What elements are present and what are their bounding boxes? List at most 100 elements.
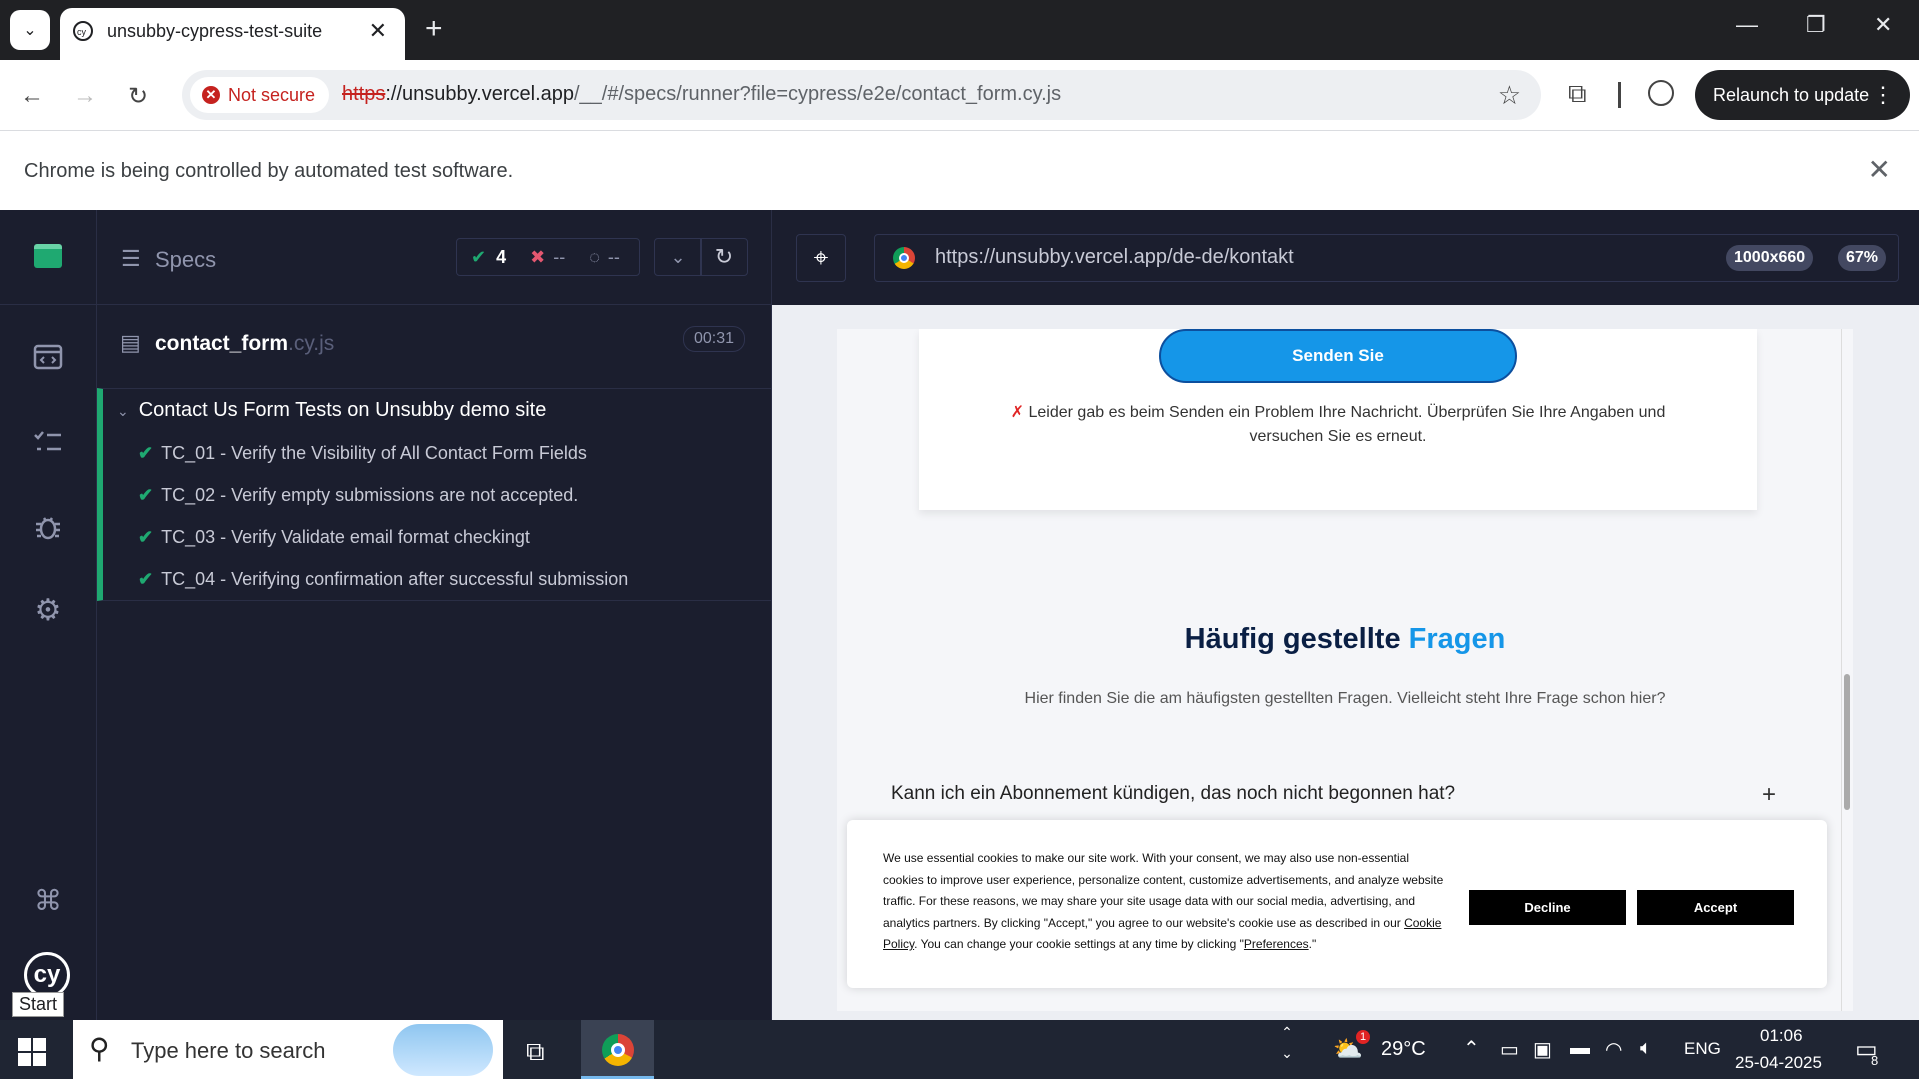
url-protocol: https bbox=[342, 83, 386, 105]
aut-header: ⌖ https://unsubby.vercel.app/de-de/konta… bbox=[772, 210, 1919, 304]
not-secure-badge[interactable]: ✕ Not secure bbox=[190, 77, 330, 113]
display-icon[interactable]: ▣ bbox=[1533, 1037, 1552, 1062]
chevron-up-icon: ⌃ bbox=[1281, 1024, 1293, 1040]
cookie-text-part: We use essential cookies to make our sit… bbox=[883, 851, 1444, 930]
expand-plus-icon[interactable]: + bbox=[1762, 781, 1776, 809]
chevron-down-icon: ⌄ bbox=[1281, 1045, 1293, 1061]
relaunch-label: Relaunch to update bbox=[1713, 84, 1870, 105]
language-indicator[interactable]: ENG bbox=[1684, 1039, 1721, 1059]
runs-icon[interactable] bbox=[28, 337, 68, 377]
reload-icon[interactable]: ↻ bbox=[128, 82, 148, 111]
error-x-icon: ✗ bbox=[1010, 404, 1025, 421]
test-title: TC_03 - Verify Validate email format che… bbox=[161, 527, 530, 547]
browser-titlebar: ⌄ cy unsubby-cypress-test-suite ✕ + — ❐ … bbox=[0, 0, 1919, 60]
passed-check-icon: ✔ bbox=[138, 527, 154, 547]
decline-button[interactable]: Decline bbox=[1469, 890, 1626, 925]
address-bar[interactable]: ✕ Not secure https://unsubby.vercel.app/… bbox=[182, 70, 1541, 120]
restore-icon[interactable]: ❐ bbox=[1806, 12, 1826, 38]
minimize-icon[interactable]: — bbox=[1736, 12, 1758, 38]
aut-url-text: https://unsubby.vercel.app/de-de/kontakt bbox=[935, 246, 1294, 268]
tab-search-button[interactable]: ⌄ bbox=[10, 10, 50, 50]
project-logo-icon[interactable] bbox=[28, 236, 68, 276]
more-icon: ⋮ bbox=[1872, 82, 1894, 107]
chrome-taskbar-button[interactable] bbox=[581, 1020, 654, 1079]
chrome-icon bbox=[602, 1034, 634, 1066]
pending-spinner-icon: ◌ bbox=[589, 246, 600, 267]
test-stats: ✔ 4 ✖ -- ◌ -- bbox=[456, 238, 640, 276]
bookmark-star-icon[interactable]: ☆ bbox=[1498, 80, 1521, 111]
rerun-tests-button[interactable]: ↻ bbox=[700, 238, 748, 276]
passed-check-icon: ✔ bbox=[471, 246, 487, 267]
clock-date[interactable]: 25-04-2025 bbox=[1735, 1053, 1822, 1073]
settings-gear-icon[interactable]: ⚙ bbox=[28, 590, 68, 630]
tab-close-icon[interactable]: ✕ bbox=[369, 18, 387, 44]
windows-taskbar: ⚲ Type here to search ⧉ ⌃ ⌄ ⛅ 1 29°C ⌃ ▭ … bbox=[0, 1020, 1919, 1079]
relaunch-button[interactable]: Relaunch to update ⋮ bbox=[1695, 70, 1910, 120]
not-secure-label: Not secure bbox=[228, 84, 316, 105]
keyboard-shortcuts-icon[interactable]: ⌘ bbox=[28, 880, 68, 920]
temperature[interactable]: 29°C bbox=[1381, 1038, 1426, 1061]
search-icon: ⚲ bbox=[89, 1033, 110, 1064]
crosshair-icon: ⌖ bbox=[813, 242, 829, 272]
cypress-sidebar: ⚙ ⌘ cy Start bbox=[0, 210, 97, 1020]
tab-title: unsubby-cypress-test-suite bbox=[107, 21, 323, 41]
page-scrollbar[interactable] bbox=[1841, 329, 1852, 1011]
faq-title-main: Häufig gestellte bbox=[1184, 623, 1409, 655]
faq-heading: Häufig gestellte Fragen bbox=[837, 623, 1853, 656]
spec-file-base: contact_form bbox=[155, 332, 289, 355]
taskbar-search[interactable]: ⚲ Type here to search bbox=[73, 1020, 503, 1079]
new-tab-button[interactable]: + bbox=[425, 12, 443, 46]
specs-list-toggle-icon[interactable]: ☰ bbox=[121, 246, 141, 272]
test-item[interactable]: ✔ TC_02 - Verify empty submissions are no… bbox=[138, 485, 578, 506]
aut-viewport: Senden Sie ✗ Leider gab es beim Senden e… bbox=[772, 305, 1919, 1020]
clock-time[interactable]: 01:06 bbox=[1760, 1026, 1803, 1046]
test-item[interactable]: ✔ TC_04 - Verifying confirmation after su… bbox=[138, 569, 628, 590]
forward-icon[interactable]: → bbox=[73, 82, 97, 110]
back-icon[interactable]: ← bbox=[20, 82, 44, 110]
scrollbar-thumb[interactable] bbox=[1844, 674, 1850, 810]
specs-list-icon[interactable] bbox=[28, 423, 68, 463]
document-icon: ▤ bbox=[120, 330, 141, 355]
meet-icon[interactable]: ▭ bbox=[1500, 1037, 1519, 1062]
specs-title[interactable]: Specs bbox=[155, 247, 216, 273]
aut-url-bar[interactable]: https://unsubby.vercel.app/de-de/kontakt… bbox=[874, 234, 1899, 282]
automation-infobar: Chrome is being controlled by automated … bbox=[0, 131, 1919, 210]
passed-check-icon: ✔ bbox=[138, 443, 154, 463]
passed-check-icon: ✔ bbox=[138, 569, 154, 589]
failed-count: -- bbox=[553, 246, 566, 267]
test-title: TC_01 - Verify the Visibility of All Con… bbox=[161, 443, 587, 463]
browser-tab[interactable]: cy unsubby-cypress-test-suite ✕ bbox=[60, 8, 405, 60]
test-item[interactable]: ✔ TC_01 - Verify the Visibility of All Co… bbox=[138, 443, 587, 464]
battery-icon[interactable]: ▬ bbox=[1570, 1037, 1590, 1060]
chevron-up-icon[interactable]: ⌃ bbox=[1463, 1036, 1480, 1061]
suite-title-row[interactable]: ⌄ Contact Us Form Tests on Unsubby demo s… bbox=[117, 399, 546, 422]
failed-x-icon: ✖ bbox=[530, 246, 546, 267]
zoom-badge[interactable]: 67% bbox=[1838, 245, 1887, 271]
taskbar-scroll[interactable]: ⌃ ⌄ bbox=[1278, 1020, 1296, 1079]
viewport-size-badge[interactable]: 1000x660 bbox=[1726, 245, 1814, 271]
search-highlight-image bbox=[393, 1024, 493, 1076]
selector-playground-button[interactable]: ⌖ bbox=[796, 234, 846, 282]
task-view-icon[interactable]: ⧉ bbox=[526, 1036, 545, 1068]
preferences-link[interactable]: Preferences bbox=[1244, 937, 1309, 951]
specs-panel: ☰ Specs ✔ 4 ✖ -- ◌ -- ⌄ ↻ ▤ contact_form… bbox=[97, 210, 772, 1020]
test-suite[interactable]: ⌄ Contact Us Form Tests on Unsubby demo s… bbox=[97, 388, 771, 601]
cypress-favicon-icon: cy bbox=[73, 21, 93, 41]
debug-bug-icon[interactable] bbox=[28, 507, 68, 547]
extensions-icon[interactable]: ⧉ bbox=[1568, 78, 1587, 110]
passed-check-icon: ✔ bbox=[138, 485, 154, 505]
window-close-icon[interactable]: ✕ bbox=[1874, 12, 1892, 38]
volume-icon[interactable]: 🔈︎ bbox=[1640, 1037, 1652, 1060]
collapse-all-button[interactable]: ⌄ bbox=[654, 238, 702, 276]
infobar-close-icon[interactable]: ✕ bbox=[1868, 153, 1891, 186]
browser-toolbar: ← → ↻ ✕ Not secure https://unsubby.verce… bbox=[0, 60, 1919, 131]
accept-button[interactable]: Accept bbox=[1637, 890, 1794, 925]
profile-icon[interactable] bbox=[1648, 80, 1674, 106]
send-button[interactable]: Senden Sie bbox=[1159, 329, 1517, 383]
chevron-down-icon: ⌄ bbox=[23, 22, 37, 39]
url-text[interactable]: https://unsubby.vercel.app/__/#/specs/ru… bbox=[342, 83, 1061, 106]
wifi-icon[interactable]: ◠ bbox=[1605, 1037, 1622, 1062]
faq-question[interactable]: Kann ich ein Abonnement kündigen, das no… bbox=[891, 783, 1455, 805]
windows-start-icon[interactable] bbox=[18, 1038, 46, 1066]
test-item[interactable]: ✔ TC_03 - Verify Validate email format ch… bbox=[138, 527, 530, 548]
